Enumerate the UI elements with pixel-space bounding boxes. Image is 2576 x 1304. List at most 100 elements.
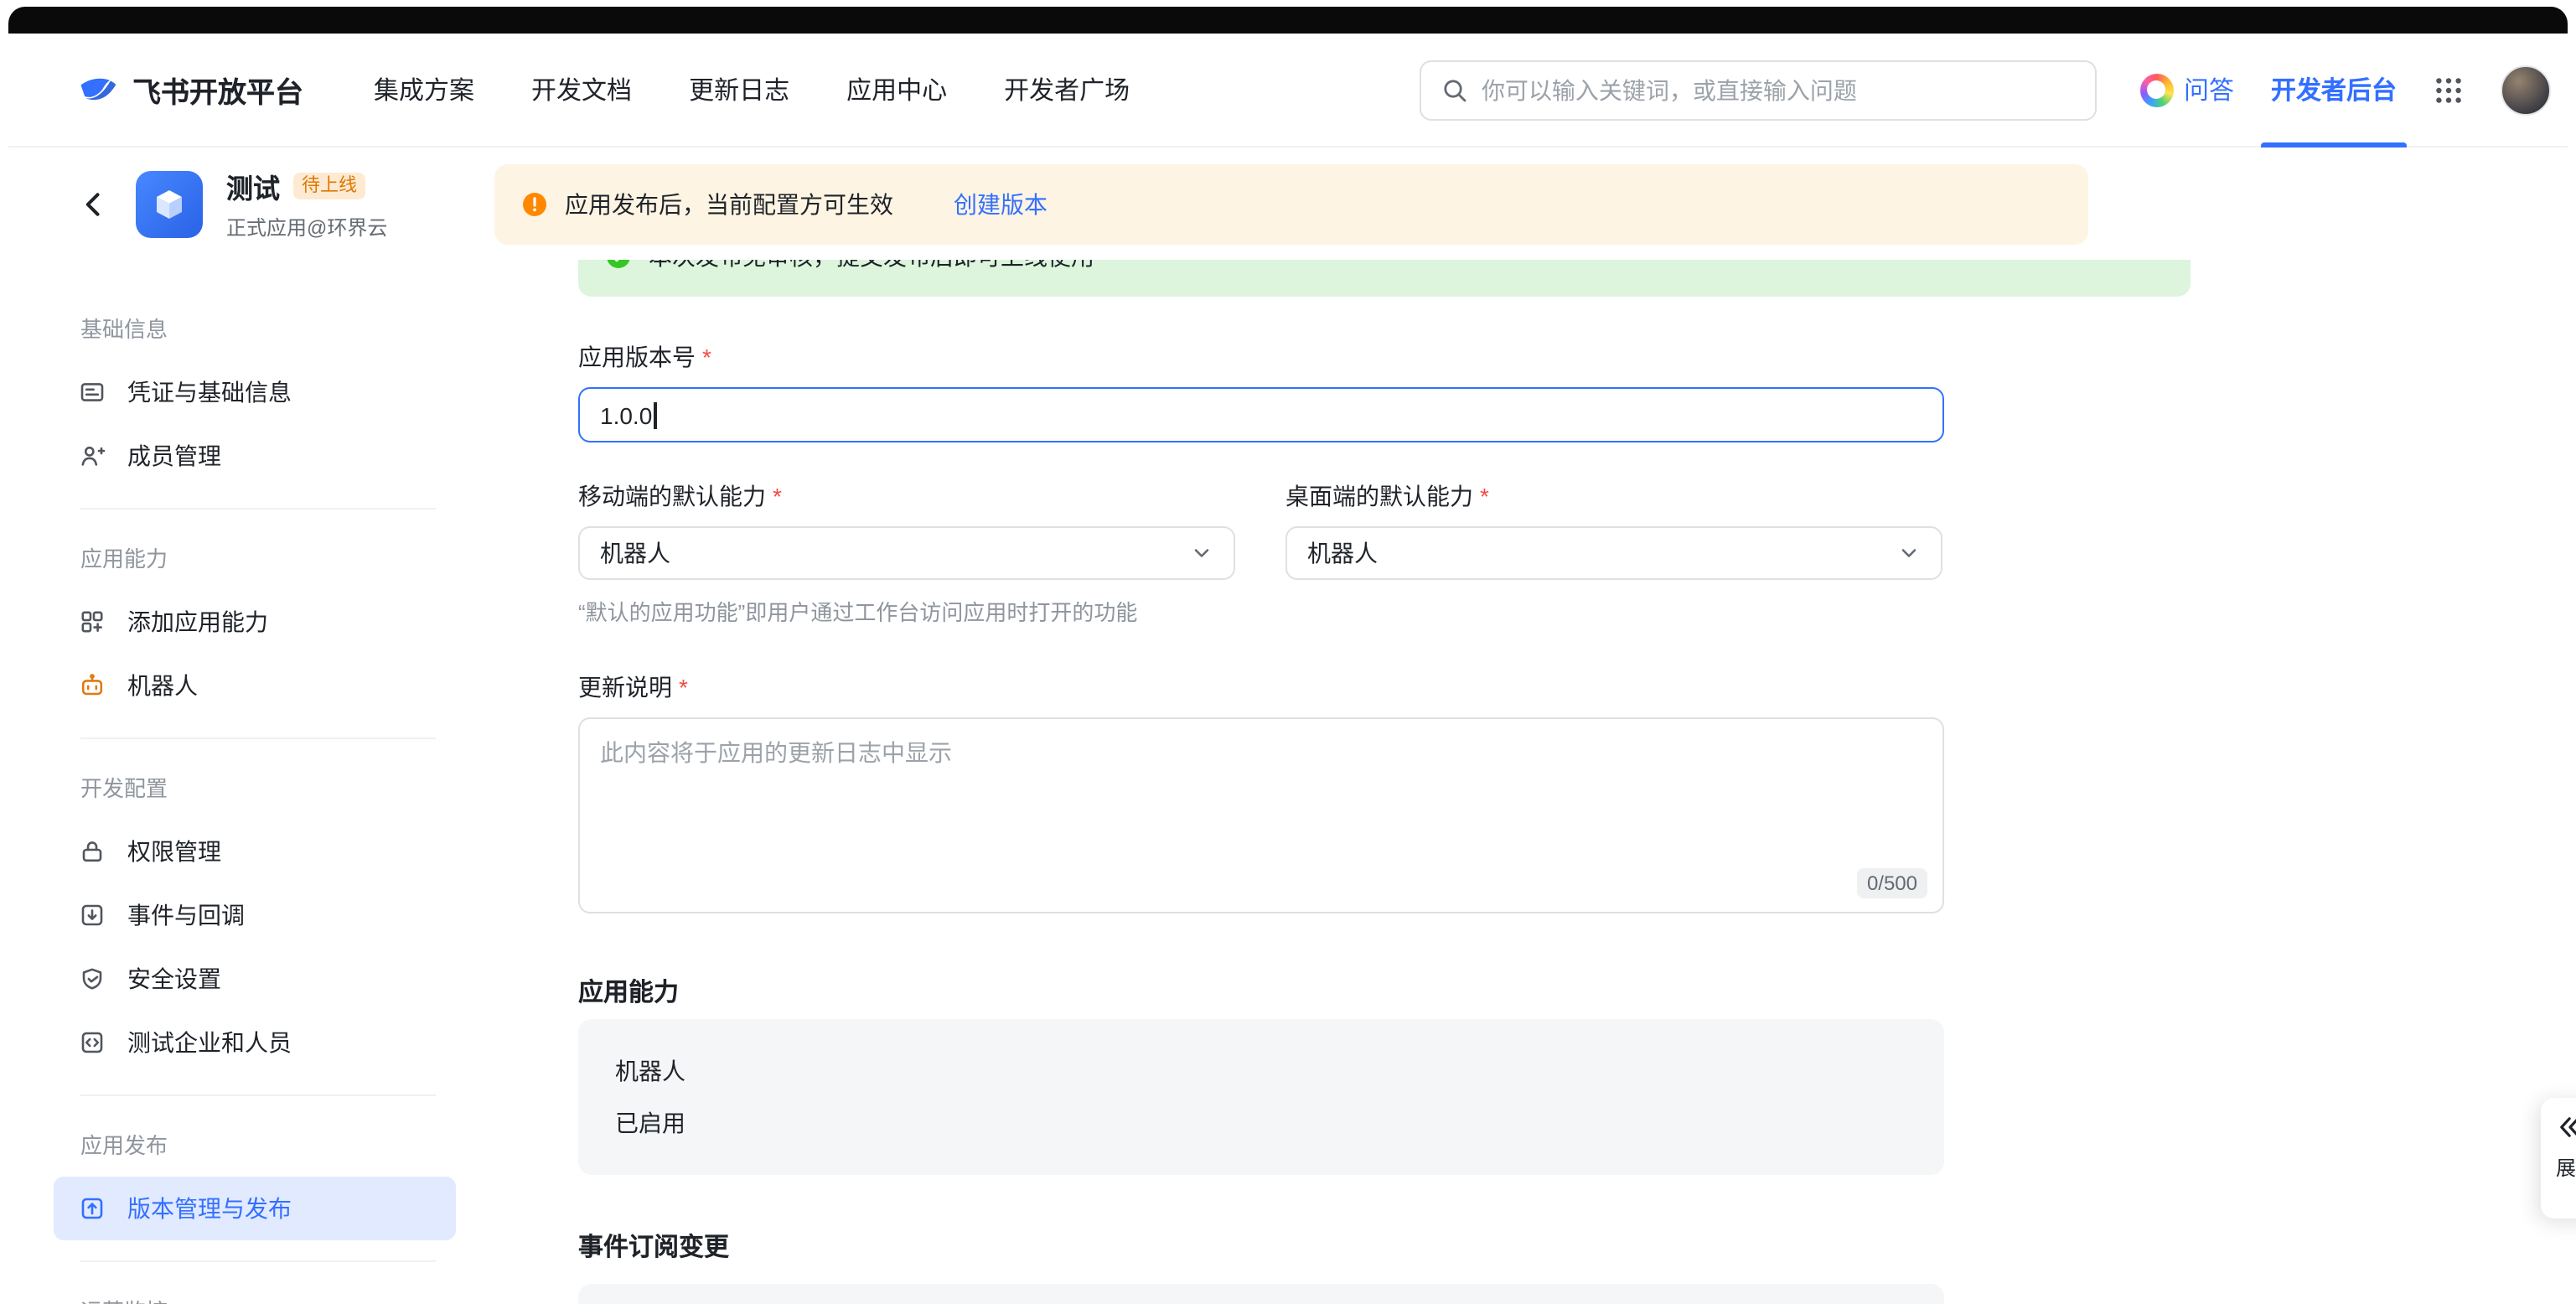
expand-panel-label: 展开 (2556, 1153, 2576, 1182)
page-body: 基础信息 凭证与基础信息 成员管理 (8, 260, 2568, 1304)
qa-ring-icon (2140, 73, 2174, 106)
window-titlebar (8, 7, 2568, 34)
capability-name: 机器人 (615, 1054, 1907, 1088)
version-input[interactable]: 1.0.0 (578, 387, 1944, 442)
create-version-link[interactable]: 创建版本 (954, 187, 1047, 220)
sidebar-item-credentials[interactable]: 凭证与基础信息 (54, 360, 456, 424)
double-chevron-left-icon (2556, 1113, 2576, 1141)
active-tab-indicator (2261, 142, 2407, 147)
sidebar-item-security[interactable]: 安全设置 (54, 947, 456, 1011)
header-right: 问答 开发者后台 (2140, 34, 2551, 146)
sidebar-item-label: 添加应用能力 (127, 605, 268, 639)
success-banner-text: 本次发布免审核，提交发布后即可上线使用 (649, 260, 1094, 273)
search-box[interactable] (1420, 60, 2097, 120)
sidebar-section-dev-config: 开发配置 (54, 759, 456, 820)
shield-icon (79, 965, 106, 992)
field-label-text: 应用版本号 (578, 340, 696, 374)
screen: 飞书开放平台 集成方案 开发文档 更新日志 应用中心 开发者广场 (0, 0, 2576, 1304)
id-card-icon (79, 379, 106, 406)
publish-icon (79, 1195, 106, 1222)
nav-item-dev-plaza[interactable]: 开发者广场 (1004, 72, 1130, 107)
sidebar-item-permissions[interactable]: 权限管理 (54, 820, 456, 883)
nav-item-changelog[interactable]: 更新日志 (689, 72, 789, 107)
sidebar-section-monitoring: 运营监控 (54, 1282, 456, 1304)
sidebar-section-release: 应用发布 (54, 1116, 456, 1177)
nav-item-docs[interactable]: 开发文档 (531, 72, 632, 107)
desktop-capability-select[interactable]: 机器人 (1285, 526, 1942, 580)
required-asterisk: * (679, 674, 688, 701)
warning-text: 应用发布后，当前配置方可生效 (565, 187, 893, 220)
update-notes-textarea[interactable] (580, 719, 1942, 912)
sidebar-item-label: 凭证与基础信息 (127, 375, 292, 409)
required-asterisk: * (702, 344, 711, 370)
version-field-label: 应用版本号 * (578, 340, 2568, 374)
sidebar: 基础信息 凭证与基础信息 成员管理 (54, 260, 456, 1304)
capability-section-title: 应用能力 (578, 974, 2568, 1007)
warning-icon (521, 190, 548, 217)
sidebar-section-capabilities: 应用能力 (54, 530, 456, 590)
char-counter: 0/500 (1857, 868, 1927, 898)
required-asterisk: * (773, 483, 782, 510)
chevron-down-icon (1897, 541, 1921, 565)
app-bar: 测试 待上线 正式应用@环界云 应用发布后，当前配置方可生效 创建版本 (8, 147, 2568, 260)
sidebar-item-label: 事件与回调 (127, 898, 245, 932)
app-subtitle: 正式应用@环界云 (226, 213, 427, 241)
nav-item-app-center[interactable]: 应用中心 (846, 72, 947, 107)
back-button[interactable] (79, 189, 109, 219)
app-meta: 测试 待上线 正式应用@环界云 (226, 166, 427, 241)
apps-grid-icon[interactable] (2434, 75, 2464, 105)
sidebar-item-test-users[interactable]: 测试企业和人员 (54, 1011, 456, 1074)
status-badge: 待上线 (293, 173, 365, 199)
required-asterisk: * (1480, 483, 1489, 510)
nav-item-integration[interactable]: 集成方案 (374, 72, 474, 107)
sidebar-section-basic-info: 基础信息 (54, 300, 456, 360)
update-notes-field: 0/500 (578, 717, 1944, 913)
publish-warning-banner: 应用发布后，当前配置方可生效 创建版本 (494, 163, 2088, 244)
field-label-text: 更新说明 (578, 670, 672, 704)
version-input-value: 1.0.0 (600, 401, 652, 428)
success-banner-clip: 本次发布免审核，提交发布后即可上线使用 (578, 260, 2191, 297)
desktop-capability-label: 桌面端的默认能力 * (1285, 479, 1942, 513)
event-subscription-box (578, 1284, 1944, 1304)
brand[interactable]: 飞书开放平台 (75, 68, 303, 111)
sidebar-item-version-release[interactable]: 版本管理与发布 (54, 1177, 456, 1240)
sidebar-item-bot[interactable]: 机器人 (54, 654, 456, 717)
robot-icon (79, 672, 106, 699)
success-banner: 本次发布免审核，提交发布后即可上线使用 (578, 260, 2191, 297)
capability-status: 已启用 (615, 1106, 1907, 1140)
capability-summary-box: 机器人 已启用 (578, 1019, 1944, 1175)
sidebar-item-events[interactable]: 事件与回调 (54, 883, 456, 947)
members-icon (79, 442, 106, 469)
field-label-text: 移动端的默认能力 (578, 479, 766, 513)
sidebar-item-label: 测试企业和人员 (127, 1026, 292, 1059)
sidebar-divider (80, 1094, 436, 1096)
event-callback-icon (79, 902, 106, 929)
user-avatar[interactable] (2501, 65, 2551, 115)
sidebar-item-label: 机器人 (127, 669, 198, 702)
mobile-capability-select[interactable]: 机器人 (578, 526, 1235, 580)
console-label: 开发者后台 (2271, 72, 2397, 107)
select-value: 机器人 (600, 536, 670, 570)
sidebar-divider (80, 737, 436, 739)
search-icon (1441, 76, 1468, 103)
event-section-title: 事件订阅变更 (578, 1229, 2568, 1262)
test-users-icon (79, 1029, 106, 1056)
search-input[interactable] (1482, 76, 2075, 103)
default-capability-row: 移动端的默认能力 * 机器人 (578, 479, 2568, 580)
capability-hint: “默认的应用功能”即用户通过工作台访问应用时打开的功能 (578, 595, 2568, 627)
mobile-capability-label: 移动端的默认能力 * (578, 479, 1235, 513)
qa-entry[interactable]: 问答 (2140, 72, 2234, 107)
text-cursor (654, 401, 656, 428)
sidebar-item-members[interactable]: 成员管理 (54, 424, 456, 488)
select-value: 机器人 (1307, 536, 1378, 570)
expand-panel[interactable]: 展开 (2541, 1098, 2576, 1219)
main-content: 本次发布免审核，提交发布后即可上线使用 应用版本号 * 1.0.0 移动端的默认… (456, 260, 2568, 1304)
sidebar-item-label: 权限管理 (127, 835, 221, 868)
lock-icon (79, 838, 106, 865)
app-icon (136, 170, 203, 237)
top-header: 飞书开放平台 集成方案 开发文档 更新日志 应用中心 开发者广场 (8, 34, 2568, 147)
brand-title: 飞书开放平台 (132, 69, 303, 111)
tab-developer-console[interactable]: 开发者后台 (2271, 33, 2397, 147)
sidebar-divider (80, 1260, 436, 1262)
sidebar-item-add-capability[interactable]: 添加应用能力 (54, 590, 456, 654)
